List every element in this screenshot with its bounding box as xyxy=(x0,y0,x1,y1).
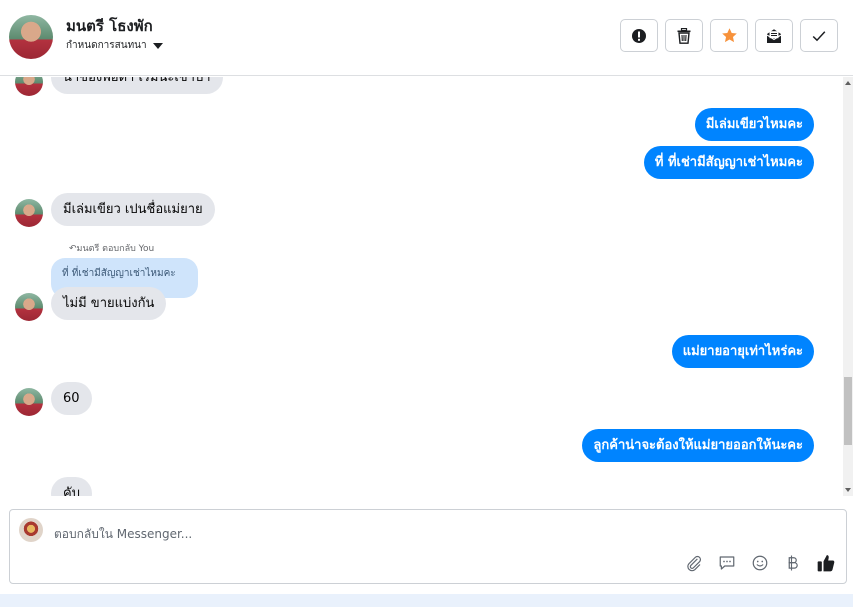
scroll-up-arrow[interactable] xyxy=(845,81,851,85)
star-icon xyxy=(721,28,737,43)
outgoing-message[interactable]: ลูกค้าน่าจะต้องให้แม่ยายออกให้นะคะ xyxy=(582,429,814,462)
scroll-down-arrow[interactable] xyxy=(845,488,851,492)
sender-avatar xyxy=(15,199,43,227)
incoming-message[interactable]: น้าของพ่อตา เริ่มนะเข้าปา xyxy=(51,77,223,94)
conversation-header: มนตรี โธงพัก กำหนดการสนทนา xyxy=(0,0,853,76)
star-button[interactable] xyxy=(710,19,748,52)
page-avatar xyxy=(19,518,43,542)
header-actions xyxy=(620,19,838,52)
contact-avatar[interactable] xyxy=(9,15,53,59)
delete-button[interactable] xyxy=(665,19,703,52)
check-icon xyxy=(812,30,826,41)
incoming-message[interactable]: ไม่มี ขายแบ่งกัน xyxy=(51,287,167,320)
scrollbar-thumb[interactable] xyxy=(844,377,852,445)
saved-reply-icon xyxy=(719,555,734,570)
emoji-icon xyxy=(752,555,767,570)
sender-avatar xyxy=(15,388,43,416)
sender-avatar xyxy=(15,77,43,96)
payment-button[interactable] xyxy=(782,552,803,573)
sender-avatar xyxy=(15,293,43,321)
emoji-button[interactable] xyxy=(749,552,770,573)
saved-reply-button[interactable] xyxy=(716,552,737,573)
incoming-message[interactable]: มีเล่มเขียว เปนชื่อแม่ยาย xyxy=(51,193,215,226)
conversation-status-label: กำหนดการสนทนา xyxy=(66,40,147,51)
mark-unread-icon xyxy=(766,28,782,43)
incoming-message[interactable]: 60 xyxy=(51,382,92,415)
incoming-message[interactable]: คับ xyxy=(51,477,92,496)
chevron-down-icon xyxy=(152,42,163,49)
attach-icon xyxy=(686,555,701,571)
mark-spam-button[interactable] xyxy=(620,19,658,52)
attach-button[interactable] xyxy=(683,552,704,573)
reply-input[interactable]: ตอบกลับใน Messenger... xyxy=(54,525,192,544)
reply-composer[interactable]: ตอบกลับใน Messenger... xyxy=(9,509,847,584)
reply-note-text: มนตรี ตอบกลับ You xyxy=(76,244,155,254)
message-thread[interactable]: น้าของพ่อตา เริ่มนะเข้าปา มีเล่มเขียวไหม… xyxy=(0,77,843,496)
composer-tools xyxy=(683,552,836,573)
mark-done-button[interactable] xyxy=(800,19,838,52)
reply-note: ↶มนตรี ตอบกลับ You xyxy=(69,241,154,255)
bottom-panel-edge xyxy=(0,594,853,607)
like-button[interactable] xyxy=(815,552,836,573)
baht-icon xyxy=(788,555,798,570)
messenger-inbox: มนตรี โธงพัก กำหนดการสนทนา น้าของพ่อตา เ… xyxy=(0,0,853,607)
conversation-status-dropdown[interactable]: กำหนดการสนทนา xyxy=(66,38,163,53)
outgoing-message[interactable]: แม่ยายอายุเท่าไหร่คะ xyxy=(671,335,814,368)
like-icon xyxy=(817,554,834,571)
outgoing-message[interactable]: มีเล่มเขียวไหมคะ xyxy=(694,108,814,141)
chat-scrollbar[interactable] xyxy=(843,77,853,496)
alert-icon xyxy=(632,28,646,43)
reply-icon: ↶ xyxy=(69,244,77,254)
mark-unread-button[interactable] xyxy=(755,19,793,52)
trash-icon xyxy=(677,27,691,44)
outgoing-message[interactable]: ที่ ที่เช่ามีสัญญาเช่าไหมคะ xyxy=(643,146,814,179)
contact-name[interactable]: มนตรี โธงพัก xyxy=(66,14,153,38)
